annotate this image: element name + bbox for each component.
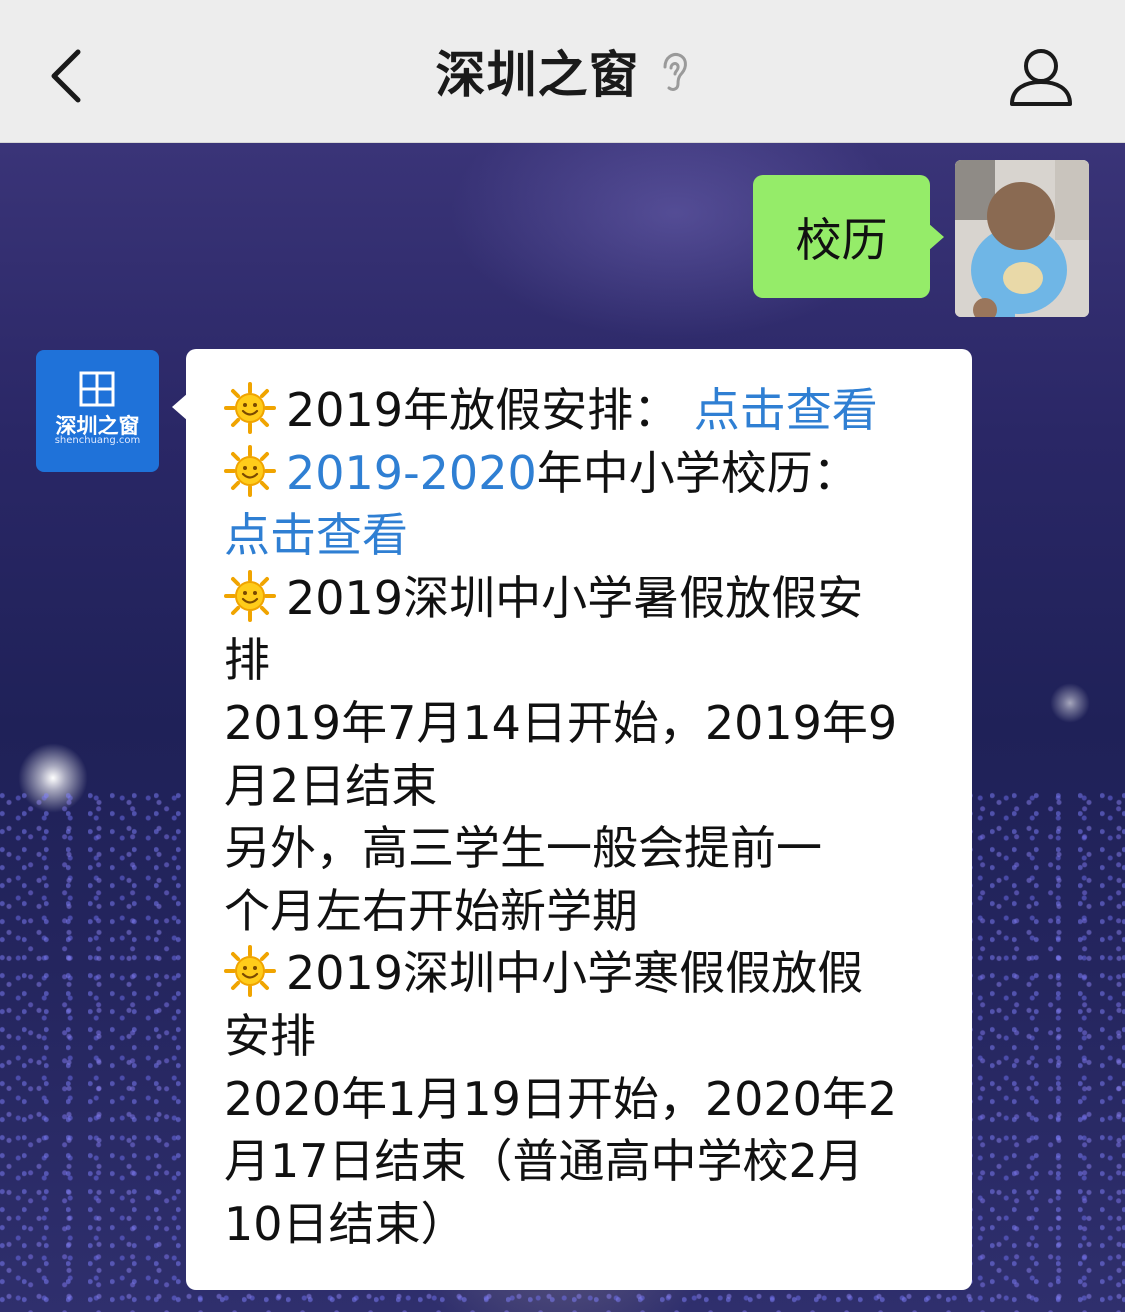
outgoing-message-bubble[interactable]: 校历 — [753, 175, 944, 298]
message-line: 2019年7月14日开始，2019年9 — [224, 695, 898, 750]
sun-emoji-icon — [224, 382, 276, 434]
person-icon[interactable] — [1008, 46, 1074, 108]
outgoing-message-text: 校历 — [795, 212, 888, 267]
calendar-year-link[interactable]: 2019-2020 — [286, 446, 537, 500]
calendar-link[interactable]: 点击查看 — [224, 504, 942, 567]
message-line: 2019深圳中小学暑假放假安 — [224, 567, 942, 630]
message-body: 2019年放假安排： 点击查看 2019-2020年中小学校历： 点击查看 20… — [224, 379, 942, 1255]
nav-title-group: 深圳之窗 — [0, 0, 1125, 142]
navbar: 深圳之窗 — [0, 0, 1125, 143]
message-line: 排 — [224, 633, 270, 688]
message-line: 另外，高三学生一般会提前一 — [224, 821, 822, 876]
message-line: 2019-2020年中小学校历： — [224, 442, 942, 505]
message-line: 2020年1月19日开始，2020年2 — [224, 1071, 898, 1126]
message-line: 2019深圳中小学寒假假放假 — [224, 942, 942, 1005]
chat-screen: 深圳之窗 校历 深圳之窗 shenchuang.com 2019年放假安排： 点… — [0, 0, 1125, 1312]
message-line: 月2日结束 — [224, 758, 438, 813]
sun-emoji-icon — [224, 569, 276, 622]
user-avatar-image — [955, 160, 1089, 317]
sun-emoji-icon — [224, 945, 276, 998]
ear-icon — [663, 53, 687, 91]
message-line: 2019年放假安排： 点击查看 — [224, 379, 942, 442]
account-avatar[interactable]: 深圳之窗 shenchuang.com — [36, 350, 159, 472]
page-title: 深圳之窗 — [435, 46, 640, 104]
holiday-link[interactable]: 点击查看 — [694, 383, 878, 437]
message-line: 个月左右开始新学期 — [224, 883, 638, 938]
sun-emoji-icon — [224, 444, 276, 497]
incoming-message-bubble: 2019年放假安排： 点击查看 2019-2020年中小学校历： 点击查看 20… — [172, 349, 972, 1290]
message-line: 10日结束） — [224, 1196, 467, 1251]
message-line: 月17日结束（普通高中学校2月 — [224, 1134, 864, 1189]
stage-light — [1050, 683, 1090, 723]
logo-subtext: shenchuang.com — [54, 435, 141, 446]
window-logo-icon — [79, 371, 115, 407]
user-avatar[interactable] — [955, 160, 1089, 317]
message-line: 安排 — [224, 1008, 316, 1063]
